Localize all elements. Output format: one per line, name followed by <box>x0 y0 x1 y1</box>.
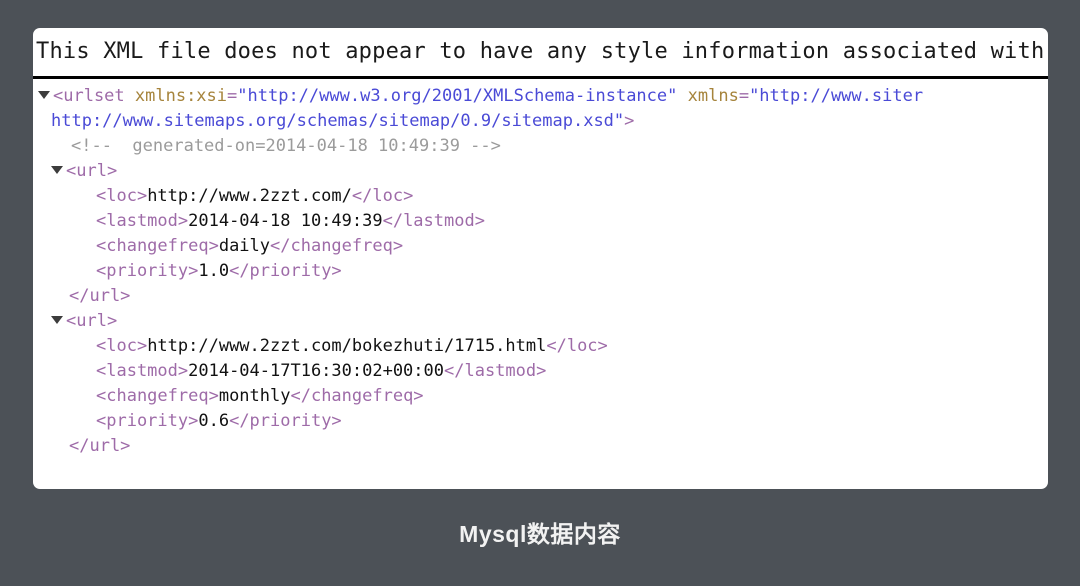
xml-value-lastmod: 2014-04-18 10:49:39 <box>188 211 383 231</box>
xml-tag-urlset-open: <urlset <box>53 86 135 106</box>
xml-line-changefreq-1: <changefreq>daily</changefreq> <box>33 234 1048 259</box>
xml-value-changefreq: monthly <box>218 386 291 406</box>
xml-tag-priority-open: <priority> <box>96 411 199 431</box>
xml-tag-loc-open: <loc> <box>96 336 148 356</box>
xml-attr-space <box>677 86 687 106</box>
xml-attr-xmlns-value-part2: http://www.sitemaps.org/schemas/sitemap/… <box>51 111 625 131</box>
collapse-triangle-icon[interactable] <box>51 166 63 174</box>
xml-attr-xmlns-value-part1: "http://www.siter <box>749 86 924 106</box>
xml-value-lastmod: 2014-04-17T16:30:02+00:00 <box>188 361 444 381</box>
xml-line-comment: <!-- generated-on=2014-04-18 10:49:39 --… <box>33 134 1048 159</box>
xml-tag-urlset-open-close-bracket: > <box>624 111 635 131</box>
xml-comment-generated-on: <!-- generated-on=2014-04-18 10:49:39 --… <box>71 136 501 156</box>
xml-tag-changefreq-close: </changefreq> <box>290 386 424 406</box>
xml-tag-priority-open: <priority> <box>96 261 199 281</box>
xml-tag-url-close: </url> <box>69 286 131 306</box>
xml-attr-xmlns-eq: = <box>738 86 750 106</box>
xml-line-url-open-1: <url> <box>33 159 1048 184</box>
xml-line-urlset-open-wrap: http://www.sitemaps.org/schemas/sitemap/… <box>33 109 1048 134</box>
xml-tag-changefreq-open: <changefreq> <box>96 236 219 256</box>
xml-tag-url-open: <url> <box>66 161 118 181</box>
xml-attr-xmlns-name: xmlns <box>687 86 739 106</box>
xml-line-priority-1: <priority>1.0</priority> <box>33 259 1048 284</box>
xml-tag-url-open: <url> <box>66 311 118 331</box>
xml-attr-xsi-name: xmlns:xsi <box>134 86 228 106</box>
xml-value-priority: 0.6 <box>198 411 230 431</box>
collapse-triangle-icon[interactable] <box>38 91 50 99</box>
xml-value-priority: 1.0 <box>198 261 230 281</box>
xml-viewer-panel: This XML file does not appear to have an… <box>33 28 1048 489</box>
xml-line-url-open-2: <url> <box>33 309 1048 334</box>
xml-line-loc-1: <loc>http://www.2zzt.com/</loc> <box>33 184 1048 209</box>
xml-tag-loc-open: <loc> <box>96 186 148 206</box>
xml-attr-xsi-eq: = <box>227 86 238 106</box>
xml-line-changefreq-2: <changefreq>monthly</changefreq> <box>33 384 1048 409</box>
xml-line-lastmod-1: <lastmod>2014-04-18 10:49:39</lastmod> <box>33 209 1048 234</box>
xml-tag-priority-close: </priority> <box>229 261 342 281</box>
xml-tag-loc-close: </loc> <box>351 186 414 206</box>
xml-line-loc-2: <loc>http://www.2zzt.com/bokezhuti/1715.… <box>33 334 1048 359</box>
xml-source-tree: <urlset xmlns:xsi="http://www.w3.org/200… <box>33 79 1048 489</box>
xml-tag-lastmod-open: <lastmod> <box>96 361 189 381</box>
xml-tag-lastmod-close: </lastmod> <box>382 211 485 231</box>
xml-line-urlset-open: <urlset xmlns:xsi="http://www.w3.org/200… <box>33 84 1048 109</box>
xml-value-loc: http://www.2zzt.com/bokezhuti/1715.html <box>147 336 547 356</box>
xml-tag-lastmod-open: <lastmod> <box>96 211 189 231</box>
xml-tag-lastmod-close: </lastmod> <box>444 361 547 381</box>
xml-line-lastmod-2: <lastmod>2014-04-17T16:30:02+00:00</last… <box>33 359 1048 384</box>
xml-value-loc: http://www.2zzt.com/ <box>147 186 352 206</box>
xml-tag-changefreq-open: <changefreq> <box>96 386 219 406</box>
xml-line-priority-2: <priority>0.6</priority> <box>33 409 1048 434</box>
xml-tag-loc-close: </loc> <box>546 336 608 356</box>
xml-line-url-close-2: </url> <box>33 434 1048 459</box>
collapse-triangle-icon[interactable] <box>51 316 63 324</box>
xml-value-changefreq: daily <box>218 236 271 256</box>
xml-style-notice-bar: This XML file does not appear to have an… <box>33 28 1048 79</box>
xml-attr-xsi-value: "http://www.w3.org/2001/XMLSchema-instan… <box>237 86 678 106</box>
figure-caption: Mysql数据内容 <box>459 521 621 547</box>
xml-style-notice-text: This XML file does not appear to have an… <box>36 39 1045 64</box>
xml-line-url-close-1: </url> <box>33 284 1048 309</box>
xml-tag-priority-close: </priority> <box>229 411 342 431</box>
xml-tag-changefreq-close: </changefreq> <box>270 236 404 256</box>
xml-tag-url-close: </url> <box>69 436 131 456</box>
